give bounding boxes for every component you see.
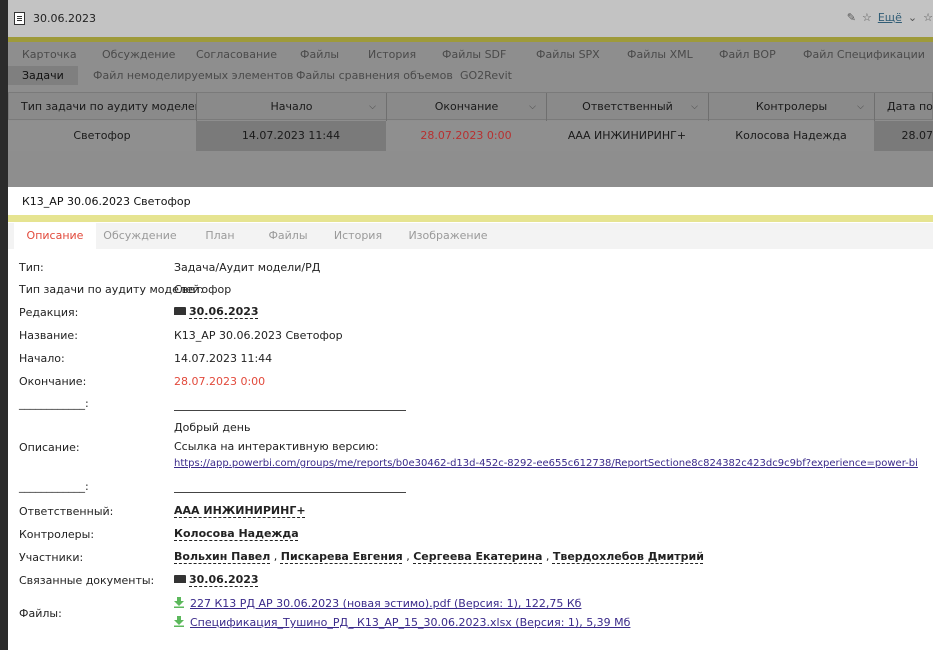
start-value: 14.07.2023 11:44 (174, 352, 273, 365)
controller-link[interactable]: Колосова Надежда (174, 527, 299, 540)
tab-card[interactable]: Карточка (22, 48, 77, 61)
left-edge-bar (0, 0, 8, 650)
separator-line (174, 492, 406, 493)
participant-link[interactable]: Сергеева Екатерина (413, 550, 542, 563)
download-icon (174, 616, 184, 627)
table-cell: Светофор (73, 129, 131, 142)
tab-files[interactable]: Файлы (260, 223, 316, 249)
type-value: Задача/Аудит модели/РД (174, 261, 321, 274)
column-header[interactable]: Окончание ⌵ (387, 93, 547, 121)
chevron-down-icon: ⌵ (179, 102, 186, 112)
tab-files-spx[interactable]: Файлы SPX (536, 48, 600, 61)
participant-link[interactable]: Пискарева Евгения (281, 550, 403, 563)
tab-go2revit[interactable]: GO2Revit (460, 69, 512, 82)
window-actions: ✎ ☆ Ещё ⌄ ☆ (847, 11, 933, 24)
table-cell: ААА ИНЖИНИРИНГ+ (567, 129, 687, 142)
table-cell: 28.07.2023 0:00 (420, 129, 512, 142)
start-label: Начало: (19, 352, 65, 365)
column-header[interactable]: Начало ⌵ (197, 93, 387, 121)
column-header[interactable]: Тип задачи по аудиту моделей ⌵ (9, 93, 197, 121)
more-button[interactable]: Ещё (878, 11, 902, 24)
document-icon (14, 12, 25, 25)
name-label: Название: (19, 329, 78, 342)
controllers-label: Контролеры: (19, 528, 95, 541)
end-value: 28.07.2023 0:00 (174, 375, 266, 388)
pencil-icon[interactable]: ✎ (847, 11, 856, 24)
download-icon (174, 597, 184, 608)
folder-icon (174, 307, 186, 315)
column-header[interactable]: Контролеры ⌵ (709, 93, 875, 121)
description-greeting: Добрый день (174, 421, 251, 434)
table-cell: 28.07 (874, 121, 933, 151)
dialog-accent-bar (8, 215, 933, 222)
separator-line (174, 410, 406, 411)
window-titlebar: 30.06.2023 ✎ ☆ Ещё ⌄ ☆ (0, 0, 933, 37)
tab-history[interactable]: История (326, 223, 390, 249)
tab-file-specification[interactable]: Файл Спецификации (803, 48, 925, 61)
tab-files-sdf[interactable]: Файлы SDF (442, 48, 506, 61)
chevron-down-icon: ⌵ (691, 102, 698, 112)
edition-label: Редакция: (19, 306, 79, 319)
related-docs-label: Связанные документы: (19, 574, 155, 587)
tab-approval[interactable]: Согласование (196, 48, 277, 61)
related-doc-link[interactable]: 30.06.2023 (174, 573, 259, 586)
window-accent-bar (0, 37, 933, 42)
tab-file-vor[interactable]: Файл ВОР (719, 48, 776, 61)
tab-discussion[interactable]: Обсуждение (100, 223, 180, 249)
tab-files-xml[interactable]: Файлы XML (627, 48, 693, 61)
participants-label: Участники: (19, 551, 84, 564)
responsible-label: Ответственный: (19, 505, 114, 518)
folder-icon (174, 575, 186, 583)
edition-link[interactable]: 30.06.2023 (174, 305, 259, 318)
tab-volume-comparison[interactable]: Файлы сравнения объемов (296, 69, 453, 82)
tab-image[interactable]: Изображение (406, 223, 490, 249)
powerbi-link[interactable]: https://app.powerbi.com/groups/me/report… (174, 458, 918, 469)
files-label: Файлы: (19, 607, 62, 620)
column-header[interactable]: Дата послед (875, 93, 933, 121)
tasks-table-header: Тип задачи по аудиту моделей ⌵ Начало ⌵ Ок… (8, 92, 933, 121)
window-title: 30.06.2023 (33, 12, 96, 25)
type-label: Тип: (19, 261, 44, 274)
tab-files[interactable]: Файлы (300, 48, 339, 61)
table-cell: Колосова Надежда (735, 129, 847, 142)
dialog-tabs: Описание Обсуждение План Файлы История И… (8, 223, 933, 249)
task-dialog: К13_АР 30.06.2023 Светофор Описание Обсу… (8, 187, 933, 650)
star-outline-icon[interactable]: ☆ (923, 11, 933, 24)
star-icon[interactable]: ☆ (862, 11, 872, 24)
chevron-down-icon: ⌵ (529, 102, 536, 112)
chevron-down-icon: ⌵ (369, 102, 376, 112)
dialog-title: К13_АР 30.06.2023 Светофор (22, 195, 191, 208)
participant-link[interactable]: Вольхин Павел (174, 550, 270, 563)
tab-tasks[interactable]: Задачи (8, 66, 78, 85)
separator-label: ____________: (19, 397, 89, 410)
tab-non-modeled-elements[interactable]: Файл немоделируемых элементов (93, 69, 293, 82)
tab-history[interactable]: История (368, 48, 416, 61)
background-window: 30.06.2023 ✎ ☆ Ещё ⌄ ☆ Карточка Обсужден… (0, 0, 933, 190)
table-row[interactable]: Светофор 14.07.2023 11:44 28.07.2023 0:0… (8, 121, 933, 151)
name-value: К13_АР 30.06.2023 Светофор (174, 329, 343, 342)
table-cell: 14.07.2023 11:44 (196, 121, 386, 151)
column-header[interactable]: Ответственный ⌵ (547, 93, 709, 121)
file-link[interactable]: Спецификация_Тушино_РД_ К13_АР_15_30.06.… (174, 615, 630, 629)
tab-discussion[interactable]: Обсуждение (102, 48, 175, 61)
participants-list: Вольхин Павел , Пискарева Евгения , Серг… (174, 550, 704, 563)
participant-link[interactable]: Твердохлебов Дмитрий (553, 550, 704, 563)
file-link[interactable]: 227 К13 РД АР 30.06.2023 (новая эстимо).… (174, 596, 581, 610)
end-label: Окончание: (19, 375, 87, 388)
tab-description[interactable]: Описание (14, 223, 96, 249)
responsible-link[interactable]: ААА ИНЖИНИРИНГ+ (174, 504, 306, 517)
tab-plan[interactable]: План (194, 223, 246, 249)
chevron-down-icon[interactable]: ⌄ (908, 11, 917, 24)
description-text: Ссылка на интерактивную версию: (174, 440, 379, 453)
separator-label: ____________: (19, 480, 89, 493)
description-label: Описание: (19, 441, 80, 454)
chevron-down-icon: ⌵ (857, 102, 864, 112)
audit-type-value: Светофор (174, 283, 232, 296)
